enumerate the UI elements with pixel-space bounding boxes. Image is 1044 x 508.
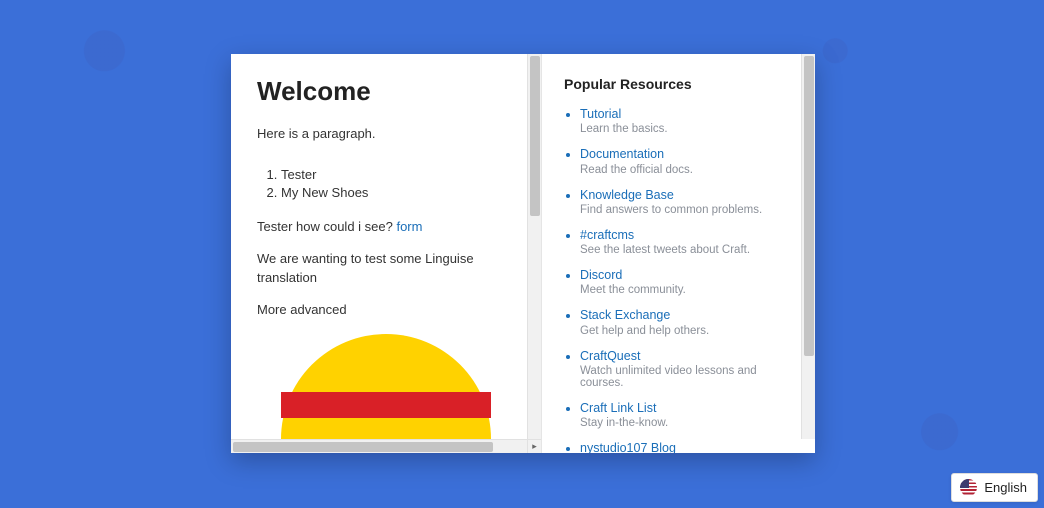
resource-link[interactable]: Stack Exchange bbox=[580, 307, 797, 323]
resource-desc: See the latest tweets about Craft. bbox=[580, 244, 797, 256]
resource-item: TutorialLearn the basics. bbox=[580, 106, 797, 135]
resource-item: Craft Link ListStay in-the-know. bbox=[580, 400, 797, 429]
resource-link[interactable]: Craft Link List bbox=[580, 400, 797, 416]
resource-link[interactable]: Tutorial bbox=[580, 106, 797, 122]
resource-desc: Find answers to common problems. bbox=[580, 204, 797, 216]
resource-item: CraftQuestWatch unlimited video lessons … bbox=[580, 348, 797, 389]
left-pane: Welcome Here is a paragraph. Tester My N… bbox=[231, 54, 542, 453]
resource-desc: Stay in-the-know. bbox=[580, 417, 797, 429]
question-text: Tester how could i see? bbox=[257, 219, 396, 234]
resources-heading: Popular Resources bbox=[564, 76, 797, 92]
us-flag-icon bbox=[960, 479, 977, 496]
resource-item: Documentation Read the official docs. bbox=[580, 146, 797, 175]
decorative-half-circle bbox=[281, 334, 491, 439]
resource-desc: Learn the basics. bbox=[580, 123, 797, 135]
scroll-thumb[interactable] bbox=[233, 442, 493, 452]
scroll-thumb[interactable] bbox=[530, 56, 540, 216]
resource-desc: Get help and help others. bbox=[580, 325, 797, 337]
resource-item: Knowledge BaseFind answers to common pro… bbox=[580, 187, 797, 216]
resources-list: TutorialLearn the basics. Documentation R… bbox=[580, 106, 797, 453]
resource-link[interactable]: nystudio107 Blog bbox=[580, 440, 797, 453]
ordered-list: Tester My New Shoes bbox=[281, 167, 515, 200]
scroll-thumb[interactable] bbox=[804, 56, 814, 356]
resource-item: #craftcmsSee the latest tweets about Cra… bbox=[580, 227, 797, 256]
language-label: English bbox=[984, 480, 1027, 495]
scroll-right-arrow-icon[interactable]: ▸ bbox=[527, 439, 541, 453]
resource-item: nystudio107 BlogLearn Craft and modern w… bbox=[580, 440, 797, 453]
list-item: My New Shoes bbox=[281, 185, 515, 200]
right-vertical-scrollbar[interactable] bbox=[801, 54, 815, 439]
resource-desc: Watch unlimited video lessons and course… bbox=[580, 365, 797, 389]
left-horizontal-scrollbar[interactable] bbox=[231, 439, 527, 453]
left-content: Welcome Here is a paragraph. Tester My N… bbox=[231, 54, 541, 319]
language-switcher[interactable]: English bbox=[951, 473, 1038, 502]
resource-link[interactable]: #craftcms bbox=[580, 227, 797, 243]
resource-link[interactable]: Knowledge Base bbox=[580, 187, 797, 203]
right-pane: Popular Resources TutorialLearn the basi… bbox=[542, 54, 815, 453]
content-window: Welcome Here is a paragraph. Tester My N… bbox=[231, 54, 815, 453]
intro-paragraph: Here is a paragraph. bbox=[257, 125, 515, 143]
list-item: Tester bbox=[281, 167, 515, 182]
page-title: Welcome bbox=[257, 76, 515, 107]
resource-item: Stack Exchange Get help and help others. bbox=[580, 307, 797, 336]
resource-desc: Meet the community. bbox=[580, 284, 797, 296]
right-content: Popular Resources TutorialLearn the basi… bbox=[542, 54, 815, 453]
translation-paragraph: We are wanting to test some Linguise tra… bbox=[257, 250, 515, 286]
left-vertical-scrollbar[interactable] bbox=[527, 54, 541, 439]
advanced-paragraph: More advanced bbox=[257, 301, 515, 319]
question-paragraph: Tester how could i see? form bbox=[257, 218, 515, 236]
form-link[interactable]: form bbox=[396, 219, 422, 234]
resource-link[interactable]: Discord bbox=[580, 267, 797, 283]
resource-link[interactable]: CraftQuest bbox=[580, 348, 797, 364]
resource-item: DiscordMeet the community. bbox=[580, 267, 797, 296]
resource-desc: Read the official docs. bbox=[580, 164, 797, 176]
resource-link[interactable]: Documentation bbox=[580, 146, 797, 162]
